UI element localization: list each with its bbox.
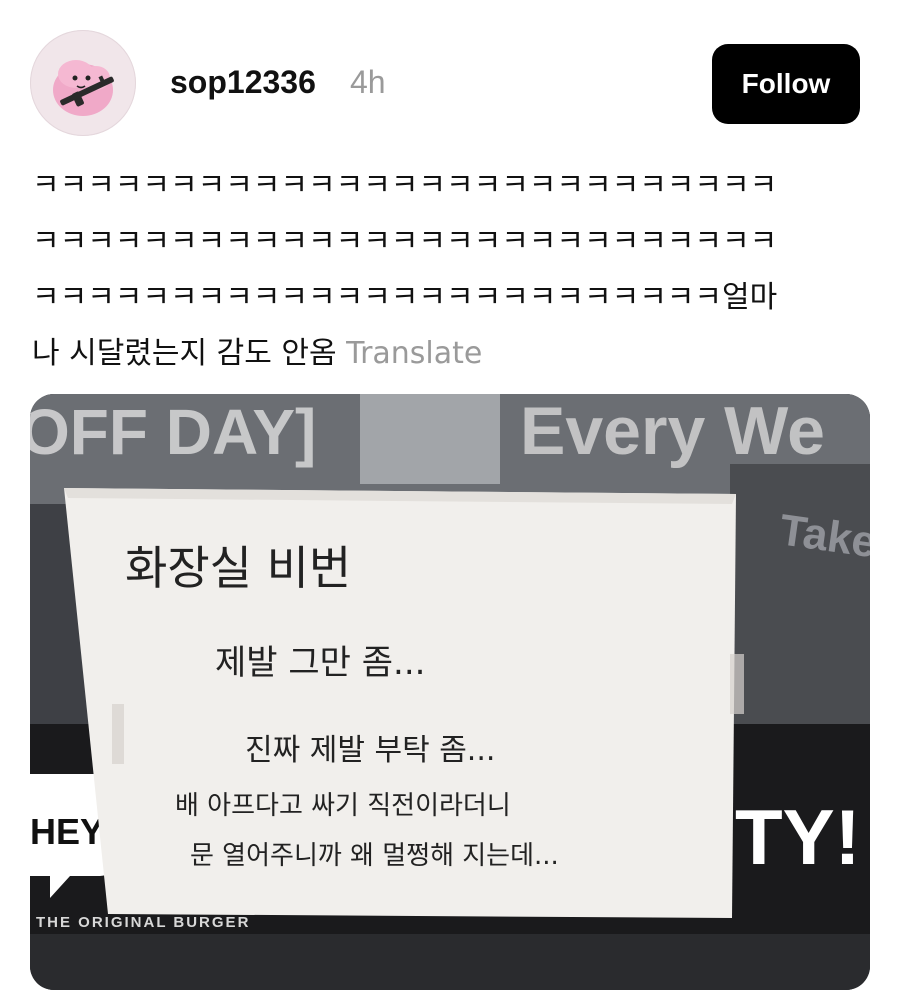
ty-logo-text: TY! [735,793,861,881]
post-timestamp: 4h [350,64,386,100]
post-text-line: ㅋㅋㅋㅋㅋㅋㅋㅋㅋㅋㅋㅋㅋㅋㅋㅋㅋㅋㅋㅋㅋㅋㅋㅋㅋㅋㅋ [32,168,778,203]
tagline-text: THE ORIGINAL BURGER [36,914,250,931]
note-line-5: 문 열어주니까 왜 멀쩡해 지는데... [190,841,559,871]
store-banner-left-text: OFF DAY] [30,396,316,468]
post-text-end: 나 시달렸는지 감도 안옴 [32,336,337,371]
post-text-line-last: 나 시달렸는지 감도 안옴 Translate [32,326,832,382]
translate-link[interactable]: Translate [346,336,482,371]
note-line-2: 제발 그만 좀... [215,643,425,683]
post-header: sop12336 4h Follow [0,0,900,150]
username[interactable]: sop12336 [170,62,316,102]
post-text-line: ㅋㅋㅋㅋㅋㅋㅋㅋㅋㅋㅋㅋㅋㅋㅋㅋㅋㅋㅋㅋㅋㅋㅋㅋㅋㅋㅋ [32,224,778,259]
store-banner-right-text: Every We [520,394,825,469]
post-text-line: ㅋㅋㅋㅋㅋㅋㅋㅋㅋㅋㅋㅋㅋㅋㅋㅋㅋㅋㅋㅋㅋㅋㅋㅋㅋ얼마 [32,280,778,315]
photo-scene: OFF DAY] Every We Take HEY, TY! THE ORIG… [30,394,870,990]
post-photo[interactable]: OFF DAY] Every We Take HEY, TY! THE ORIG… [30,394,870,990]
note-line-4: 배 아프다고 싸기 직전이라더니 [175,791,511,821]
note-line-3: 진짜 제발 부탁 좀... [245,733,495,768]
follow-button[interactable]: Follow [712,44,860,124]
avatar[interactable] [30,30,136,136]
pink-blob-with-rifle-avatar-icon [53,60,114,116]
paper-note: 화장실 비번 제발 그만 좀... 진짜 제발 부탁 좀... 배 아프다고 싸… [64,488,744,918]
note-line-1: 화장실 비번 [125,541,351,595]
post-body: ㅋㅋㅋㅋㅋㅋㅋㅋㅋㅋㅋㅋㅋㅋㅋㅋㅋㅋㅋㅋㅋㅋㅋㅋㅋㅋㅋ ㅋㅋㅋㅋㅋㅋㅋㅋㅋㅋㅋㅋ… [32,158,832,382]
